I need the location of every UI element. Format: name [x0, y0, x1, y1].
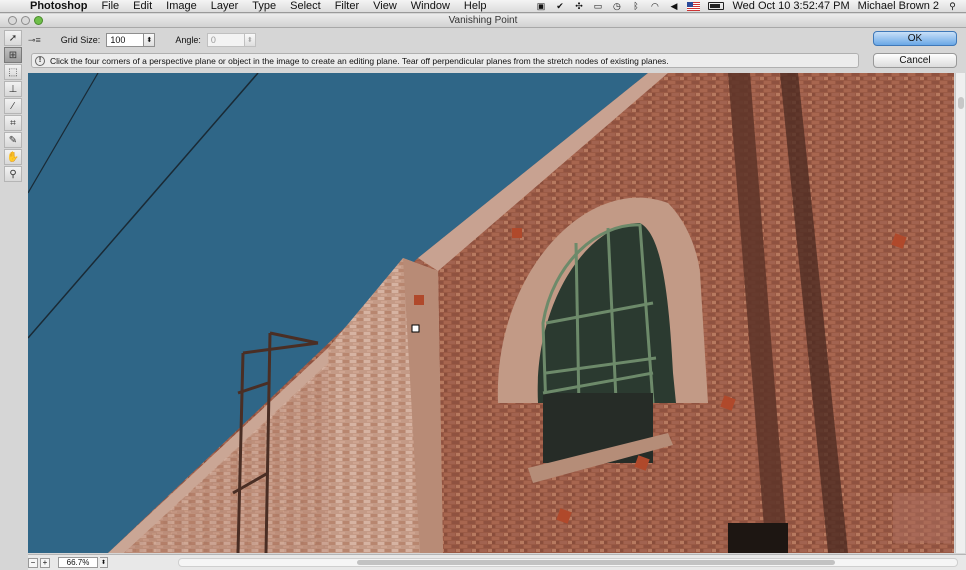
- tool-palette: ➚ ⊞ ⬚ ⊥ ∕ ⌗ ✎ ✋ ⚲: [4, 30, 24, 182]
- vertical-scroll-thumb[interactable]: [958, 97, 964, 109]
- zoom-out-button[interactable]: −: [28, 557, 38, 568]
- edit-plane-tool-icon[interactable]: ➚: [4, 30, 22, 46]
- transform-tool-icon[interactable]: ⌗: [4, 115, 22, 131]
- menu-type[interactable]: Type: [245, 0, 283, 12]
- status-bar: − + 66.7% ⬍: [28, 554, 966, 570]
- grid-options-icon[interactable]: ⊸≡: [28, 35, 41, 46]
- wifi-icon[interactable]: ◠: [649, 1, 660, 11]
- building-photo: [28, 73, 954, 553]
- hand-tool-icon[interactable]: ✋: [4, 149, 22, 165]
- create-plane-tool-icon[interactable]: ⊞: [4, 47, 22, 63]
- volume-icon[interactable]: ◀: [668, 1, 679, 11]
- zoom-stepper[interactable]: ⬍: [100, 557, 108, 568]
- stamp-tool-icon[interactable]: ⊥: [4, 81, 22, 97]
- vertical-scrollbar[interactable]: [955, 73, 965, 553]
- window-titlebar: Vanishing Point: [0, 14, 966, 28]
- menu-layer[interactable]: Layer: [204, 0, 246, 12]
- angle-label: Angle:: [175, 35, 201, 45]
- image-canvas[interactable]: [28, 73, 954, 553]
- vpn-icon[interactable]: ✔: [554, 1, 565, 11]
- cancel-button[interactable]: Cancel: [873, 53, 957, 68]
- tool-options-bar: ⊸≡ Grid Size: 100 ⬍ Angle: 0 ⬍: [28, 31, 256, 49]
- menu-file[interactable]: File: [94, 0, 126, 12]
- grid-size-stepper[interactable]: ⬍: [144, 33, 156, 47]
- menu-filter[interactable]: Filter: [328, 0, 366, 12]
- zoom-tool-icon[interactable]: ⚲: [4, 166, 22, 182]
- menu-select[interactable]: Select: [283, 0, 328, 12]
- status-menus: ▣ ✔ ✣ ▭ ◷ ᛒ ◠ ◀ Wed Oct 10 3:52:47 PM Mi…: [535, 0, 966, 12]
- brush-tool-icon[interactable]: ∕: [4, 98, 22, 114]
- menu-app-name[interactable]: Photoshop: [26, 0, 94, 12]
- spotlight-search-icon[interactable]: ⚲: [947, 1, 958, 11]
- info-message: Click the four corners of a perspective …: [50, 55, 669, 66]
- menu-image[interactable]: Image: [159, 0, 204, 12]
- horizontal-scroll-thumb[interactable]: [357, 560, 835, 565]
- marquee-tool-icon[interactable]: ⬚: [4, 64, 22, 80]
- zoom-level-field[interactable]: 66.7%: [58, 557, 98, 568]
- grid-size-input[interactable]: 100: [106, 33, 145, 47]
- menu-edit[interactable]: Edit: [126, 0, 159, 12]
- display-icon[interactable]: ▭: [592, 1, 603, 11]
- dropbox-icon[interactable]: ✣: [573, 1, 584, 11]
- menu-view[interactable]: View: [366, 0, 404, 12]
- battery-icon[interactable]: [708, 2, 725, 10]
- window-title: Vanishing Point: [448, 15, 518, 26]
- bluetooth-icon[interactable]: ᛒ: [630, 1, 641, 11]
- menu-window[interactable]: Window: [404, 0, 457, 12]
- grid-size-label: Grid Size:: [60, 35, 101, 45]
- menubar-clock[interactable]: Wed Oct 10 3:52:47 PM: [732, 0, 849, 12]
- zoom-in-button[interactable]: +: [40, 557, 50, 568]
- info-icon: !: [35, 55, 45, 66]
- screen-recorder-icon[interactable]: ▣: [535, 1, 546, 11]
- angle-stepper[interactable]: ⬍: [244, 33, 256, 47]
- time-machine-icon[interactable]: ◷: [611, 1, 622, 11]
- ok-button[interactable]: OK: [873, 31, 957, 46]
- menu-help[interactable]: Help: [457, 0, 494, 12]
- angle-input[interactable]: 0: [206, 33, 245, 47]
- menu-bar: Photoshop File Edit Image Layer Type Sel…: [0, 0, 966, 13]
- input-source-flag-icon[interactable]: [687, 1, 701, 11]
- info-message-bar: ! Click the four corners of a perspectiv…: [31, 53, 859, 68]
- eyedropper-tool-icon[interactable]: ✎: [4, 132, 22, 148]
- menubar-user[interactable]: Michael Brown 2: [858, 0, 939, 12]
- horizontal-scrollbar[interactable]: [178, 558, 958, 567]
